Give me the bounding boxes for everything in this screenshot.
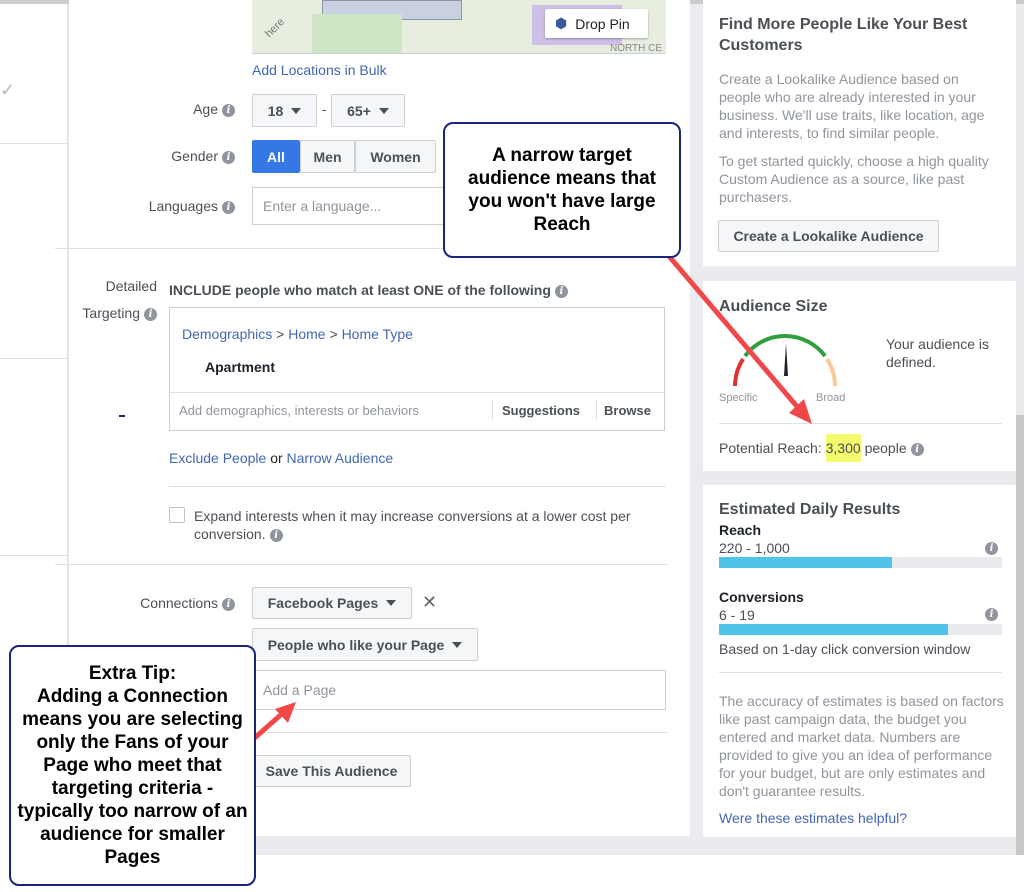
reach-callout: A narrow target audience means that you … bbox=[443, 122, 681, 258]
arrow-to-reach bbox=[666, 253, 802, 412]
connection-tip-callout: Extra Tip: Adding a Connection means you… bbox=[9, 645, 256, 886]
